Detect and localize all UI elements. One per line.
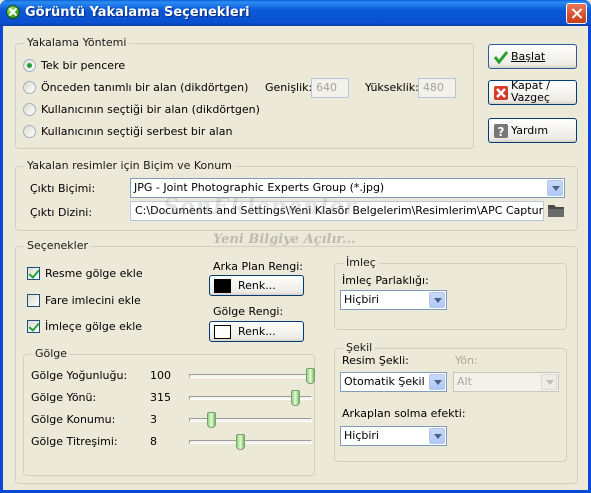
radio-user-rect-area-label: Kullanıcının seçtiği bir alan (dikdörtge… — [41, 103, 260, 116]
shadow-slider-label: Gölge Yoğunluğu: — [31, 369, 128, 382]
chevron-down-icon[interactable] — [429, 292, 445, 308]
radio-freehand-area-label: Kullanıcının seçtiği serbest bir alan — [41, 125, 233, 138]
cursor-legend: İmleç — [343, 256, 379, 269]
chevron-down-icon[interactable] — [429, 428, 445, 444]
close-cancel-button[interactable]: Kapat / Vazgeç — [488, 80, 577, 105]
cursor-shadow-checkbox[interactable] — [27, 320, 40, 333]
add-shadow-checkbox[interactable] — [27, 267, 40, 280]
cursor-brightness-select[interactable]: Hiçbiri — [340, 290, 447, 310]
options-legend: Seçenekler — [24, 239, 92, 252]
chevron-down-icon[interactable] — [547, 180, 563, 196]
add-shadow-label: Resme gölge ekle — [45, 267, 143, 280]
output-format-label: Çıktı Biçimi: — [30, 182, 96, 195]
dialog-window: Görüntü Yakalama Seçenekleri Yakalama Yö… — [0, 0, 591, 493]
output-format-value: JPG - Joint Photographic Experts Group (… — [134, 181, 385, 194]
shadow-slider-value: 3 — [150, 413, 157, 426]
question-icon: ? — [494, 124, 508, 139]
shadow-slider-label: Gölge Titreşimi: — [31, 435, 118, 448]
svg-text:?: ? — [498, 125, 505, 139]
shadow-slider-thumb[interactable] — [207, 412, 216, 428]
shadow-slider-label: Gölge Yönü: — [31, 391, 97, 404]
dialog-client-area: Yakalama Yöntemi Tek bir pencere Önceden… — [3, 26, 588, 490]
cursor-shadow-label: İmleçe gölge ekle — [45, 320, 143, 333]
start-button[interactable]: Başlat — [488, 44, 577, 69]
mouse-pointer-checkbox[interactable] — [27, 294, 40, 307]
radio-predefined-area-label: Önceden tanımlı bir alan (dikdörtgen) — [41, 81, 249, 94]
app-icon — [6, 5, 20, 19]
cursor-brightness-label: İmleç Parlaklığı: — [342, 274, 429, 287]
cursor-brightness-value: Hiçbiri — [344, 293, 379, 306]
shadow-legend: Gölge — [32, 347, 71, 360]
height-input[interactable]: 480 — [418, 78, 456, 98]
shadow-slider-label: Gölge Konumu: — [31, 413, 116, 426]
close-window-button[interactable] — [566, 3, 587, 24]
shadow-color-button[interactable]: Renk... — [209, 321, 304, 342]
shadow-slider-value: 315 — [150, 391, 171, 404]
height-label: Yükseklik: — [365, 81, 419, 94]
bg-fade-select[interactable]: Hiçbiri — [340, 426, 447, 446]
bg-color-button-label: Renk... — [238, 279, 276, 292]
image-shape-value: Otomatik Şekil — [344, 375, 425, 388]
output-dir-label: Çıktı Dizini: — [30, 206, 93, 219]
width-label: Genişlik: — [265, 81, 313, 94]
checkmark-icon — [493, 51, 509, 65]
shadow-slider-thumb[interactable] — [236, 434, 245, 450]
mouse-pointer-label: Fare imlecini ekle — [45, 294, 141, 307]
bg-color-button[interactable]: Renk... — [209, 275, 304, 296]
close-cancel-button-label: Kapat / Vazgeç — [511, 79, 550, 104]
radio-single-window-label: Tek bir pencere — [41, 59, 126, 72]
radio-predefined-area[interactable] — [23, 81, 36, 94]
format-location-legend: Yakalan resimler için Biçim ve Konum — [24, 159, 235, 172]
bg-color-label: Arka Plan Rengi: — [213, 260, 303, 273]
shadow-color-button-label: Renk... — [238, 325, 276, 338]
window-title: Görüntü Yakalama Seçenekleri — [25, 5, 250, 20]
shadow-slider-value: 8 — [150, 435, 157, 448]
folder-icon[interactable] — [547, 202, 565, 218]
direction-value: Alt — [457, 375, 472, 388]
shadow-slider-value: 100 — [150, 369, 171, 382]
watermark-logo: SonEklenenler — [163, 194, 357, 220]
help-button[interactable]: ? Yardım — [488, 118, 577, 143]
shadow-slider-track[interactable] — [189, 374, 312, 378]
shadow-color-label: Gölge Rengi: — [213, 305, 284, 318]
shadow-slider-track[interactable] — [189, 440, 312, 444]
watermark-slogan: Yeni Bilgiye Açılır... — [213, 232, 356, 247]
shadow-slider-thumb[interactable] — [291, 390, 300, 406]
image-shape-label: Resim Şekli: — [342, 354, 409, 367]
capture-method-legend: Yakalama Yöntemi — [24, 36, 130, 49]
direction-label: Yön: — [455, 354, 478, 367]
title-bar[interactable]: Görüntü Yakalama Seçenekleri — [0, 0, 591, 26]
shape-legend: Şekil — [343, 341, 376, 354]
x-icon — [494, 86, 508, 100]
bg-fade-label: Arkaplan solma efekti: — [342, 407, 466, 420]
image-shape-select[interactable]: Otomatik Şekil — [340, 372, 447, 392]
bg-fade-value: Hiçbiri — [344, 429, 379, 442]
shadow-color-swatch — [214, 325, 231, 339]
width-input[interactable]: 640 — [311, 78, 349, 98]
radio-user-rect-area[interactable] — [23, 103, 36, 116]
direction-select[interactable]: Alt — [453, 372, 559, 392]
chevron-down-icon[interactable] — [429, 374, 445, 390]
chevron-down-icon[interactable] — [541, 374, 557, 390]
shadow-slider-thumb[interactable] — [306, 368, 315, 384]
radio-freehand-area[interactable] — [23, 125, 36, 138]
help-button-label: Yardım — [511, 124, 549, 137]
radio-single-window[interactable] — [23, 59, 36, 72]
start-button-label: Başlat — [511, 50, 546, 63]
bg-color-swatch — [214, 279, 231, 293]
